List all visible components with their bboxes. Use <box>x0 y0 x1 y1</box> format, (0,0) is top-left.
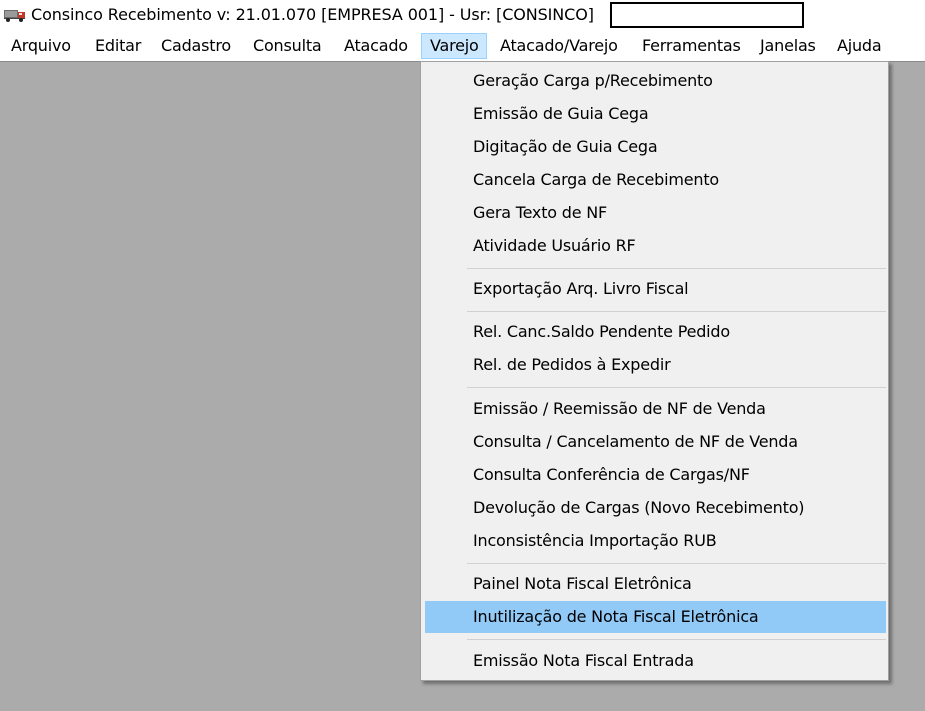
menu-option-consulta-cancelamento-nf[interactable]: Consulta / Cancelamento de NF de Venda <box>425 426 886 458</box>
menu-option-atividade-usuario-rf[interactable]: Atividade Usuário RF <box>425 230 886 262</box>
menu-varejo[interactable]: Varejo <box>421 33 487 59</box>
menu-ferramentas[interactable]: Ferramentas <box>642 34 741 58</box>
menu-option-emissao-guia-cega[interactable]: Emissão de Guia Cega <box>425 98 886 130</box>
title-bar: Consinco Recebimento v: 21.01.070 [EMPRE… <box>0 0 925 31</box>
menu-separator <box>467 311 886 312</box>
window-title: Consinco Recebimento v: 21.01.070 [EMPRE… <box>31 5 594 24</box>
menu-option-geracao-carga[interactable]: Geração Carga p/Recebimento <box>425 65 886 97</box>
menu-bar: Arquivo Editar Cadastro Consulta Atacado… <box>0 31 925 61</box>
menu-option-consulta-conferencia-cargas[interactable]: Consulta Conferência de Cargas/NF <box>425 459 886 491</box>
menu-consulta[interactable]: Consulta <box>253 34 322 58</box>
menu-option-inconsistencia-rub[interactable]: Inconsistência Importação RUB <box>425 525 886 557</box>
menu-option-devolucao-cargas[interactable]: Devolução de Cargas (Novo Recebimento) <box>425 492 886 524</box>
menu-janelas[interactable]: Janelas <box>760 34 816 58</box>
menu-option-gera-texto-nf[interactable]: Gera Texto de NF <box>425 197 886 229</box>
title-blank-field <box>610 2 804 28</box>
menu-option-emissao-nf-entrada[interactable]: Emissão Nota Fiscal Entrada <box>425 645 886 677</box>
varejo-dropdown-menu: Geração Carga p/Recebimento Emissão de G… <box>420 61 889 681</box>
menu-separator <box>467 639 886 640</box>
menu-separator <box>467 387 886 388</box>
menu-option-painel-nfe[interactable]: Painel Nota Fiscal Eletrônica <box>425 568 886 600</box>
menu-option-exportacao-livro-fiscal[interactable]: Exportação Arq. Livro Fiscal <box>425 273 886 305</box>
menu-ajuda[interactable]: Ajuda <box>837 34 882 58</box>
menu-option-inutilizacao-nfe[interactable]: Inutilização de Nota Fiscal Eletrônica <box>425 601 886 633</box>
menu-atacado[interactable]: Atacado <box>344 34 408 58</box>
menu-option-digitacao-guia-cega[interactable]: Digitação de Guia Cega <box>425 131 886 163</box>
menu-option-rel-pedidos-expedir[interactable]: Rel. de Pedidos à Expedir <box>425 349 886 381</box>
menu-arquivo[interactable]: Arquivo <box>11 34 71 58</box>
menu-option-cancela-carga[interactable]: Cancela Carga de Recebimento <box>425 164 886 196</box>
menu-atacado-varejo[interactable]: Atacado/Varejo <box>500 34 618 58</box>
menu-separator <box>467 563 886 564</box>
menu-separator <box>467 268 886 269</box>
menu-editar[interactable]: Editar <box>95 34 141 58</box>
menu-option-rel-canc-saldo[interactable]: Rel. Canc.Saldo Pendente Pedido <box>425 316 886 348</box>
menu-option-emissao-reemissao-nf[interactable]: Emissão / Reemissão de NF de Venda <box>425 393 886 425</box>
menu-cadastro[interactable]: Cadastro <box>161 34 231 58</box>
truck-icon <box>4 10 25 22</box>
